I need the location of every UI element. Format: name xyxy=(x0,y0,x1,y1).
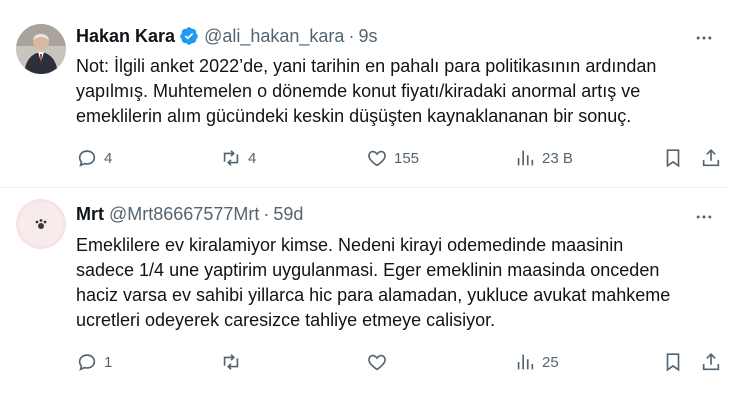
reply-button[interactable]: 4 xyxy=(76,146,112,170)
views-icon xyxy=(517,354,534,370)
retweet-button[interactable]: 4 xyxy=(220,146,256,170)
reply-icon xyxy=(78,150,96,167)
verified-badge-icon xyxy=(179,26,199,46)
like-count: 155 xyxy=(394,149,420,167)
like-button[interactable] xyxy=(366,350,394,374)
reply-icon xyxy=(78,354,96,371)
author-handle[interactable]: @Mrt86667577Mrt xyxy=(109,204,259,225)
author-name[interactable]: Hakan Kara xyxy=(76,26,175,47)
bookmark-button[interactable] xyxy=(662,350,684,374)
action-bar: 1 25 xyxy=(76,350,724,374)
share-icon xyxy=(702,353,720,371)
like-icon xyxy=(368,150,386,167)
tweet-text: Not: İlgili anket 2022’de, yani tarihin … xyxy=(76,54,716,129)
views-count: 23 B xyxy=(542,149,573,167)
retweet-button[interactable] xyxy=(220,350,248,374)
action-bar: 4 4 155 23 B xyxy=(76,146,724,170)
tweet-text-line: haciz varsa ev sahibi yillarca hic para … xyxy=(76,285,671,305)
views-count: 25 xyxy=(542,353,559,371)
reply-count: 1 xyxy=(104,353,113,371)
tweet-text-line: emeklilerin alım gücündeki keskin düşüşt… xyxy=(76,106,632,126)
bookmark-button[interactable] xyxy=(662,146,684,170)
tweet-text-line: Not: İlgili anket 2022’de, yani tarihin … xyxy=(76,56,657,76)
author-handle[interactable]: @ali_hakan_kara xyxy=(204,26,344,47)
reply-count: 4 xyxy=(104,149,113,167)
retweet-icon xyxy=(223,150,239,166)
tweet-text-line: yapılmış. Muhtemelen o dönemde konut fiy… xyxy=(76,81,641,101)
views-button[interactable]: 23 B xyxy=(514,146,573,170)
like-icon xyxy=(368,354,386,371)
author-name[interactable]: Mrt xyxy=(76,204,104,225)
more-icon[interactable] xyxy=(692,26,716,50)
separator-dot: · xyxy=(263,203,270,224)
tweet[interactable]: Hakan Kara @ali_hakan_kara · 9s Not: İlg… xyxy=(0,0,730,188)
views-icon xyxy=(517,150,534,166)
tweet-header: Hakan Kara @ali_hakan_kara · 9s xyxy=(76,24,377,48)
tweet-text: Emeklilere ev kiralamiyor kimse. Nedeni … xyxy=(76,233,716,333)
share-button[interactable] xyxy=(700,146,722,170)
like-button[interactable]: 155 xyxy=(366,146,419,170)
reply-button[interactable]: 1 xyxy=(76,350,112,374)
views-button[interactable]: 25 xyxy=(514,350,559,374)
retweet-count: 4 xyxy=(248,149,257,167)
separator-dot: · xyxy=(348,25,355,46)
avatar[interactable] xyxy=(16,199,66,249)
tweet-text-line: sadece 1/4 une yaptirim uygulanmasi. Ege… xyxy=(76,260,660,280)
share-button[interactable] xyxy=(700,350,722,374)
tweet[interactable]: Mrt @Mrt86667577Mrt · 59d Emeklilere ev … xyxy=(0,189,730,420)
share-icon xyxy=(702,149,720,167)
tweet-header: Mrt @Mrt86667577Mrt · 59d xyxy=(76,202,303,226)
more-icon[interactable] xyxy=(692,205,716,229)
tweet-text-line: ucretleri odeyerek caresizce tahliye etm… xyxy=(76,310,496,330)
bookmark-icon xyxy=(666,149,680,168)
bookmark-icon xyxy=(666,353,680,372)
tweet-text-line: Emeklilere ev kiralamiyor kimse. Nedeni … xyxy=(76,235,624,255)
avatar[interactable] xyxy=(16,24,66,74)
timestamp[interactable]: 59d xyxy=(273,204,303,225)
retweet-icon xyxy=(223,354,239,370)
timestamp[interactable]: 9s xyxy=(358,26,377,47)
